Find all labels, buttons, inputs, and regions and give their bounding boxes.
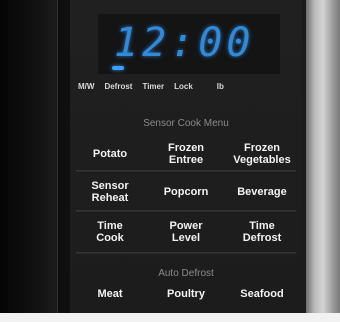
potato-button[interactable]: Potato xyxy=(76,142,144,166)
stainless-trim xyxy=(306,0,340,322)
divider-3 xyxy=(76,252,296,254)
bottom-edge xyxy=(0,313,340,322)
popcorn-label: Popcorn xyxy=(163,186,209,198)
status-indicator-labels: M/W Defrost Timer Lock lb xyxy=(78,82,298,91)
sensor-reheat-button[interactable]: Sensor Reheat xyxy=(76,180,144,204)
frozen-vegetables-button[interactable]: Frozen Vegetables xyxy=(228,142,296,166)
frozen-entree-button[interactable]: Frozen Entree xyxy=(152,142,220,166)
divider-2 xyxy=(76,210,296,212)
auto-defrost-row: Meat Poultry Seafood xyxy=(76,288,296,300)
power-level-button[interactable]: Power Level xyxy=(152,220,220,244)
status-label-lock: Lock xyxy=(174,82,193,91)
beverage-label: Beverage xyxy=(237,186,287,198)
door-seam xyxy=(57,0,58,322)
meat-button[interactable]: Meat xyxy=(76,288,144,300)
status-label-timer: Timer xyxy=(142,82,165,91)
time-defrost-label: Time Defrost xyxy=(242,220,282,244)
control-row: Time Cook Power Level Time Defrost xyxy=(76,220,296,244)
microwave-front: 12:00 M/W Defrost Timer Lock lb Sensor C… xyxy=(0,0,340,322)
sensor-row-2: Sensor Reheat Popcorn Beverage xyxy=(76,180,296,204)
time-cook-button[interactable]: Time Cook xyxy=(76,220,144,244)
status-label-lb: lb xyxy=(216,82,224,91)
seafood-button[interactable]: Seafood xyxy=(228,288,296,300)
poultry-label: Poultry xyxy=(167,288,205,300)
poultry-button[interactable]: Poultry xyxy=(152,288,220,300)
time-hour: 12 xyxy=(114,20,171,66)
popcorn-button[interactable]: Popcorn xyxy=(152,180,220,204)
control-panel: 12:00 M/W Defrost Timer Lock lb Sensor C… xyxy=(70,0,302,313)
power-level-label: Power Level xyxy=(169,220,203,244)
display-indicator xyxy=(112,66,124,70)
seafood-label: Seafood xyxy=(240,288,284,300)
sensor-cook-menu-title: Sensor Cook Menu xyxy=(143,118,229,129)
beverage-button[interactable]: Beverage xyxy=(228,180,296,204)
time-cook-label: Time Cook xyxy=(96,220,124,244)
sensor-reheat-label: Sensor Reheat xyxy=(91,180,129,204)
status-label-mw: M/W xyxy=(78,82,95,91)
frozen-entree-label: Frozen Entree xyxy=(167,142,205,166)
frozen-vegetables-label: Frozen Vegetables xyxy=(233,142,291,166)
meat-label: Meat xyxy=(97,288,123,300)
door-frame-edge xyxy=(0,0,58,322)
time-readout: 12:00 xyxy=(114,20,255,66)
time-minute: 00 xyxy=(198,20,255,66)
potato-label: Potato xyxy=(92,148,128,160)
status-label-defrost: Defrost xyxy=(104,82,133,91)
auto-defrost-title: Auto Defrost xyxy=(158,268,214,279)
sensor-row-1: Potato Frozen Entree Frozen Vegetables xyxy=(76,142,296,166)
led-display: 12:00 xyxy=(98,14,280,74)
divider-1 xyxy=(76,170,296,172)
time-defrost-button[interactable]: Time Defrost xyxy=(228,220,296,244)
